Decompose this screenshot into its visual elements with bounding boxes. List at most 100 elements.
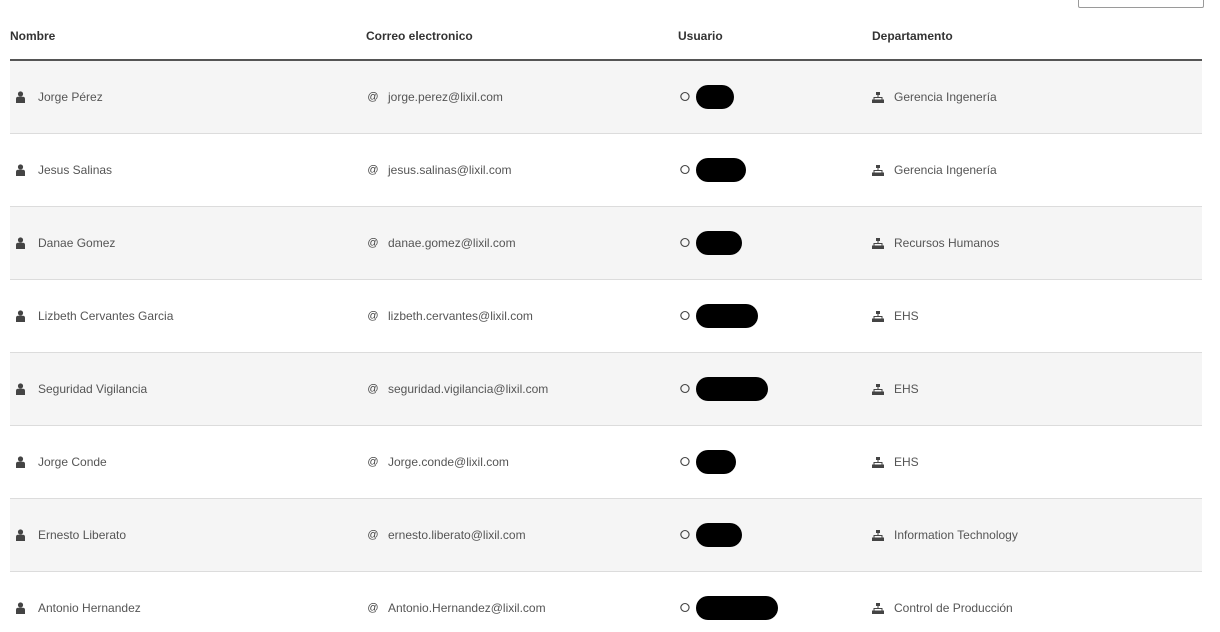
user-name: Lizbeth Cervantes Garcia: [38, 309, 174, 323]
table-row[interactable]: Jesus Salinas @ jesus.salinas@lixil.com ⭘…: [10, 133, 1202, 207]
user-department: Gerencia Ingenería: [894, 163, 997, 177]
sitemap-icon: [872, 237, 886, 249]
users-table: Nombre Correo electronico Usuario Depart…: [10, 13, 1202, 632]
at-sign-icon: @: [367, 237, 379, 249]
user-email[interactable]: ernesto.liberato@lixil.com: [388, 528, 526, 542]
user-circle-icon: ⭘: [679, 381, 691, 397]
user-department: Information Technology: [894, 528, 1018, 542]
sitemap-icon: [872, 91, 886, 103]
header-user[interactable]: Usuario: [678, 13, 872, 61]
header-email[interactable]: Correo electronico: [366, 13, 678, 61]
at-sign-icon: @: [367, 91, 379, 103]
redacted-username: [696, 231, 742, 255]
user-email[interactable]: Antonio.Hernandez@lixil.com: [388, 601, 546, 615]
name-cell: Jorge Pérez: [10, 60, 366, 134]
name-cell: Danae Gomez: [10, 206, 366, 280]
user-circle-icon: ⭘: [679, 89, 691, 105]
sitemap-icon: [872, 310, 886, 322]
user-cell: ⭘: [678, 60, 872, 134]
user-email[interactable]: lizbeth.cervantes@lixil.com: [388, 309, 533, 323]
email-cell: @ jorge.perez@lixil.com: [366, 60, 678, 134]
name-cell: Jorge Conde: [10, 425, 366, 499]
redacted-username: [696, 85, 734, 109]
redacted-username: [696, 158, 746, 182]
table-body: Jorge Pérez @ jorge.perez@lixil.com ⭘ Ger…: [10, 60, 1202, 632]
user-department: EHS: [894, 455, 919, 469]
user-email[interactable]: seguridad.vigilancia@lixil.com: [388, 382, 548, 396]
table-header: Nombre Correo electronico Usuario Depart…: [10, 13, 1202, 61]
table-row[interactable]: Danae Gomez @ danae.gomez@lixil.com ⭘ Rec…: [10, 206, 1202, 280]
header-row: Nombre Correo electronico Usuario Depart…: [10, 13, 1202, 61]
user-circle-icon: ⭘: [679, 162, 691, 178]
email-cell: @ lizbeth.cervantes@lixil.com: [366, 279, 678, 353]
table-row[interactable]: Jorge Pérez @ jorge.perez@lixil.com ⭘ Ger…: [10, 60, 1202, 134]
user-circle-icon: ⭘: [679, 235, 691, 251]
person-icon: [16, 456, 30, 468]
at-sign-icon: @: [367, 602, 379, 614]
department-cell: Gerencia Ingenería: [872, 133, 1202, 207]
sitemap-icon: [872, 383, 886, 395]
user-email[interactable]: jorge.perez@lixil.com: [388, 90, 503, 104]
department-cell: Gerencia Ingenería: [872, 60, 1202, 134]
sitemap-icon: [872, 602, 886, 614]
at-sign-icon: @: [367, 456, 379, 468]
email-cell: @ jesus.salinas@lixil.com: [366, 133, 678, 207]
at-sign-icon: @: [367, 164, 379, 176]
department-cell: EHS: [872, 352, 1202, 426]
user-name: Ernesto Liberato: [38, 528, 127, 542]
top-right-control[interactable]: [1078, 0, 1204, 8]
user-circle-icon: ⭘: [679, 527, 691, 543]
redacted-username: [696, 523, 742, 547]
at-sign-icon: @: [367, 310, 379, 322]
department-cell: EHS: [872, 279, 1202, 353]
user-cell: ⭘: [678, 425, 872, 499]
email-cell: @ danae.gomez@lixil.com: [366, 206, 678, 280]
user-department: EHS: [894, 382, 919, 396]
sitemap-icon: [872, 529, 886, 541]
header-name[interactable]: Nombre: [10, 13, 366, 61]
department-cell: Information Technology: [872, 498, 1202, 572]
person-icon: [16, 164, 30, 176]
redacted-username: [696, 450, 736, 474]
sitemap-icon: [872, 164, 886, 176]
user-cell: ⭘: [678, 133, 872, 207]
user-department: Gerencia Ingenería: [894, 90, 997, 104]
email-cell: @ ernesto.liberato@lixil.com: [366, 498, 678, 572]
user-email[interactable]: jesus.salinas@lixil.com: [388, 163, 512, 177]
user-cell: ⭘: [678, 498, 872, 572]
person-icon: [16, 602, 30, 614]
table-row[interactable]: Lizbeth Cervantes Garcia @ lizbeth.cervan…: [10, 279, 1202, 353]
user-email[interactable]: Jorge.conde@lixil.com: [388, 455, 509, 469]
table-row[interactable]: Seguridad Vigilancia @ seguridad.vigilanc…: [10, 352, 1202, 426]
at-sign-icon: @: [367, 383, 379, 395]
user-cell: ⭘: [678, 279, 872, 353]
person-icon: [16, 237, 30, 249]
name-cell: Antonio Hernandez: [10, 571, 366, 632]
user-name: Antonio Hernandez: [38, 601, 141, 615]
person-icon: [16, 383, 30, 395]
department-cell: Control de Producción: [872, 571, 1202, 632]
person-icon: [16, 310, 30, 322]
name-cell: Seguridad Vigilancia: [10, 352, 366, 426]
sitemap-icon: [872, 456, 886, 468]
user-name: Jorge Conde: [38, 455, 107, 469]
at-sign-icon: @: [367, 529, 379, 541]
table-row[interactable]: Antonio Hernandez @ Antonio.Hernandez@lix…: [10, 571, 1202, 632]
user-department: Control de Producción: [894, 601, 1013, 615]
table-row[interactable]: Jorge Conde @ Jorge.conde@lixil.com ⭘ EHS: [10, 425, 1202, 499]
user-department: Recursos Humanos: [894, 236, 1000, 250]
user-name: Jesus Salinas: [38, 163, 113, 177]
redacted-username: [696, 377, 768, 401]
user-circle-icon: ⭘: [679, 454, 691, 470]
redacted-username: [696, 304, 758, 328]
user-circle-icon: ⭘: [679, 600, 691, 616]
user-name: Danae Gomez: [38, 236, 116, 250]
name-cell: Jesus Salinas: [10, 133, 366, 207]
header-department[interactable]: Departamento: [872, 13, 1202, 61]
user-email[interactable]: danae.gomez@lixil.com: [388, 236, 516, 250]
department-cell: Recursos Humanos: [872, 206, 1202, 280]
person-icon: [16, 91, 30, 103]
user-cell: ⭘: [678, 352, 872, 426]
table-row[interactable]: Ernesto Liberato @ ernesto.liberato@lixil…: [10, 498, 1202, 572]
name-cell: Ernesto Liberato: [10, 498, 366, 572]
